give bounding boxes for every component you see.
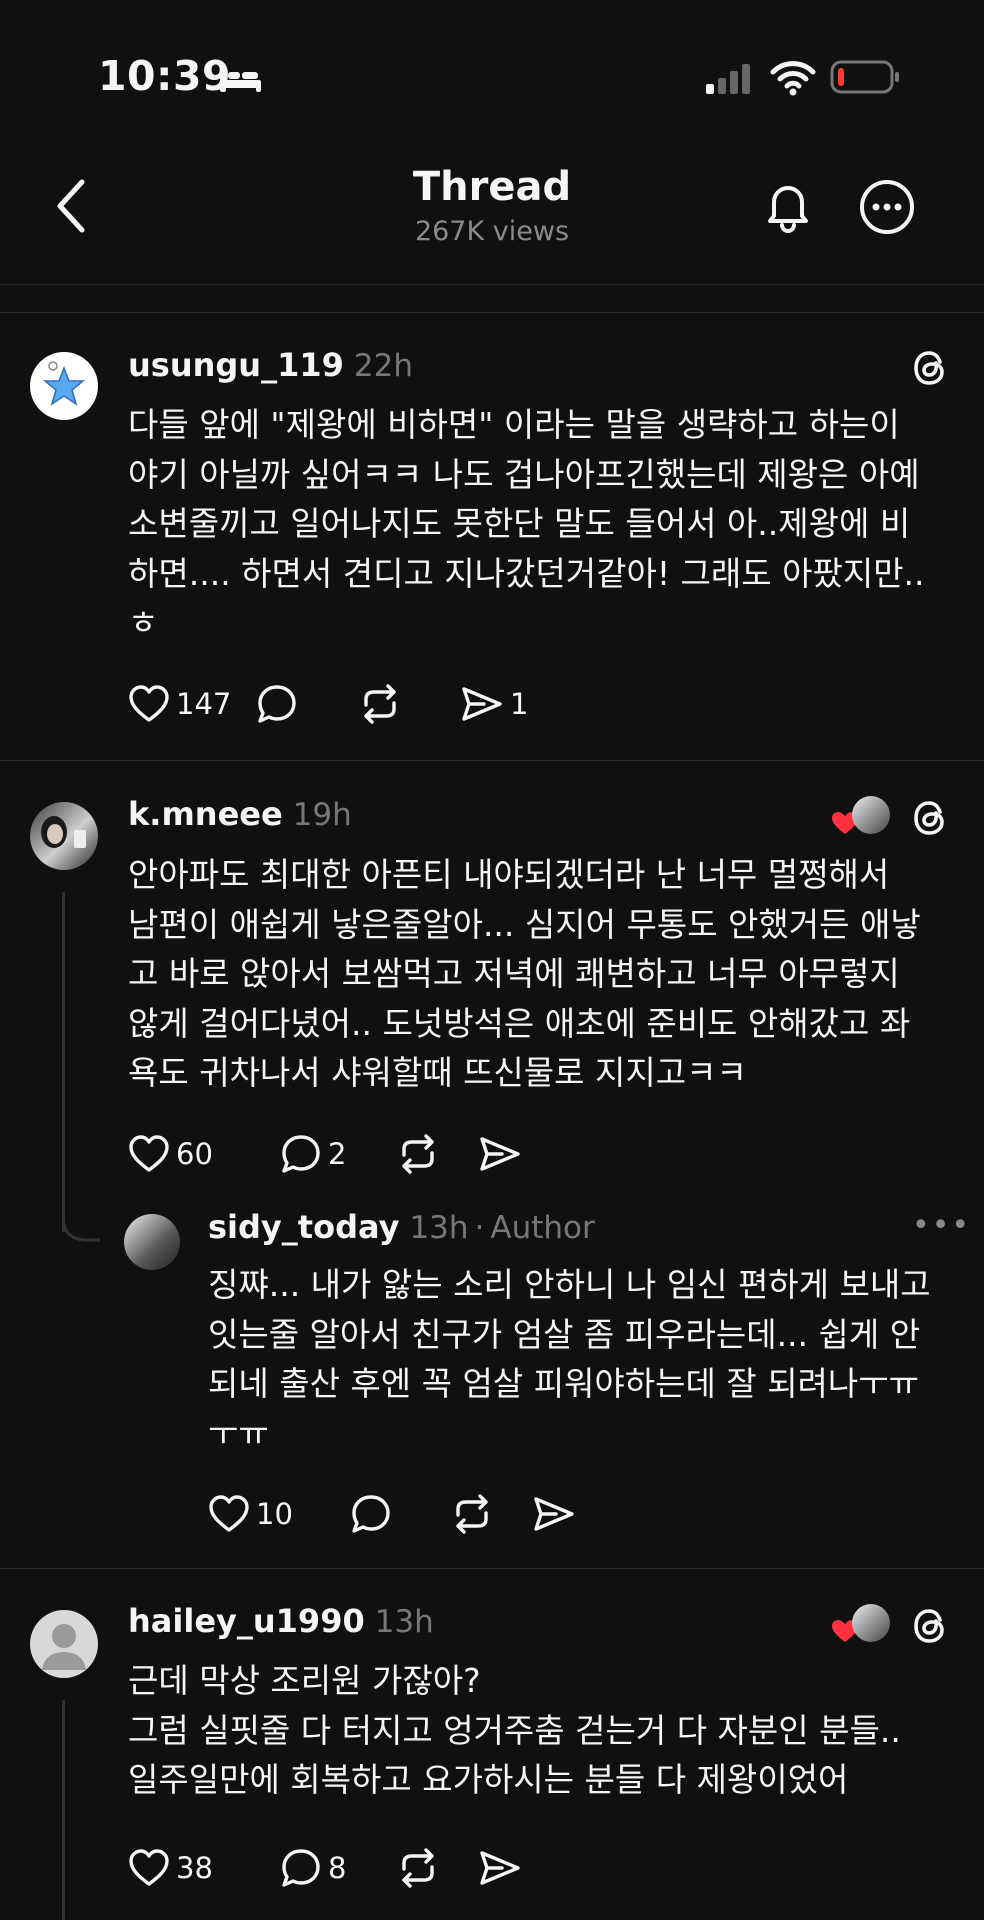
reply-count: 2 [328,1137,347,1171]
post-actions: 10 [208,1492,576,1536]
repost-icon [364,684,396,724]
repost-button[interactable] [358,683,460,725]
post-text: 징쨔... 내가 앓는 소리 안하니 나 임신 편하게 보내고 잇는줄 알아서 … [208,1265,931,1453]
avatar[interactable] [124,1214,180,1270]
heart-icon [129,685,169,722]
post-time: 19h [292,797,352,833]
like-count: 10 [256,1497,293,1531]
like-count: 38 [176,1851,213,1885]
post-header: usungu_119 22h [128,346,413,384]
star-avatar-icon [42,361,86,406]
repost-button[interactable] [450,1493,532,1535]
share-icon [480,1137,520,1171]
username[interactable]: hailey_u1990 [128,1602,365,1640]
photo-avatar-icon [41,816,86,848]
comment-icon [282,1135,320,1173]
liked-by-author [830,1604,892,1646]
reply-header: sidy_today 13h · Author [208,1208,595,1246]
threads-logo-icon[interactable] [908,346,952,390]
reply-button[interactable]: 2 [280,1133,396,1175]
heart-icon [209,1495,249,1532]
reply-more-icon[interactable]: ••• [912,1208,971,1243]
post-actions: 60 2 [128,1132,522,1176]
post-time: 13h [374,1604,434,1640]
share-button[interactable] [478,1133,522,1175]
thread-line [62,892,65,1232]
separator-dot: · [474,1210,485,1246]
header-divider-2 [0,312,984,313]
liked-by-author [830,796,892,838]
share-icon [480,1851,520,1885]
post-text: 다들 앞에 "제왕에 비하면" 이라는 말을 생략하고 하는이 야기 아닐까 싶… [128,405,925,642]
bed-icon [220,70,261,92]
wifi-icon [770,61,816,96]
comment-icon [258,685,296,723]
post-time: 13h [409,1210,469,1246]
avatar[interactable] [30,802,98,870]
post-actions: 38 8 [128,1846,522,1890]
like-button[interactable]: 10 [208,1494,350,1534]
threads-logo-icon[interactable] [908,796,952,840]
author-avatar-small [852,1604,890,1642]
heart-icon [129,1849,169,1886]
username[interactable]: usungu_119 [128,346,344,384]
avatar[interactable] [30,352,98,420]
share-button[interactable] [532,1493,576,1535]
page-title: Thread [412,164,572,210]
default-avatar-icon [42,1624,86,1670]
repost-button[interactable] [396,1133,478,1175]
repost-icon [456,1494,488,1534]
thread-line-curve [62,1200,100,1242]
share-button[interactable]: 1 [460,683,528,725]
like-button[interactable]: 147 [128,684,256,724]
repost-icon [402,1134,434,1174]
header-divider [0,284,984,285]
like-count: 60 [176,1137,213,1171]
post-time: 22h [353,348,413,384]
post-text: 안아파도 최대한 아픈티 내야되겠더라 난 너무 멀쩡해서 남편이 애쉽게 낳은… [128,855,921,1092]
thread-line [62,1700,65,1920]
like-count: 147 [176,687,232,721]
reply-count: 8 [328,1851,347,1885]
username[interactable]: k.mneee [128,795,283,833]
battery-icon [830,60,899,94]
like-button[interactable]: 60 [128,1134,280,1174]
post-header: k.mneee 19h [128,795,352,833]
post-divider [0,1568,984,1569]
status-time: 10:39 [98,52,232,100]
repost-icon [402,1848,434,1888]
view-count: 267K views [414,216,570,247]
comment-icon [352,1495,390,1533]
comment-icon [282,1849,320,1887]
username[interactable]: sidy_today [208,1208,399,1246]
heart-icon [129,1135,169,1172]
author-avatar-small [852,796,890,834]
more-icon[interactable] [858,178,916,236]
share-icon [462,687,502,721]
share-button[interactable] [478,1847,522,1889]
author-label: Author [490,1210,595,1246]
share-icon [534,1497,574,1531]
avatar[interactable] [30,1610,98,1678]
like-button[interactable]: 38 [128,1848,280,1888]
threads-logo-icon[interactable] [908,1604,952,1648]
signal-icon [706,64,750,94]
share-count: 1 [510,687,529,721]
post-divider [0,760,984,761]
reply-button[interactable] [350,1493,450,1535]
repost-button[interactable] [396,1847,478,1889]
post-actions: 147 1 [128,682,528,726]
post-header: hailey_u1990 13h [128,1602,434,1640]
bell-icon[interactable] [760,178,816,234]
reply-button[interactable]: 8 [280,1847,396,1889]
reply-button[interactable] [256,683,358,725]
post-text: 근데 막상 조리원 가잖아? 그럼 실핏줄 다 터지고 엉거주춤 걷는거 다 자… [128,1661,901,1799]
